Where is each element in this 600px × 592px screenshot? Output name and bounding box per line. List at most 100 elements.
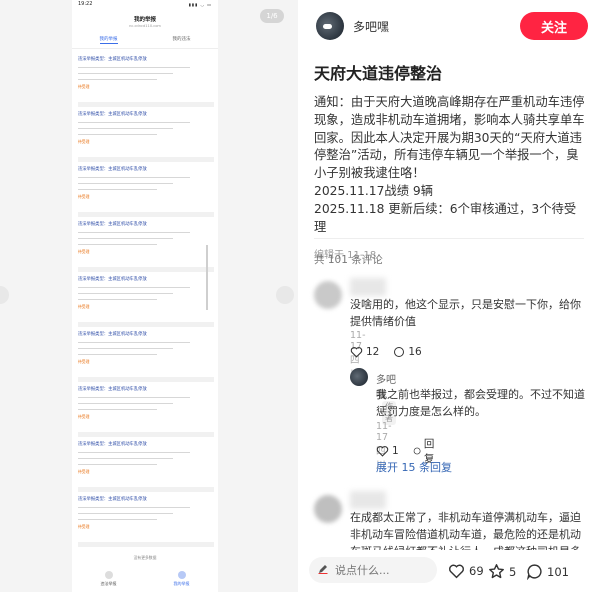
star-icon [489,564,504,579]
report-detail-line [78,232,190,233]
report-detail-line [78,519,157,520]
report-detail-line [78,189,157,190]
previous-image-arrow[interactable] [0,286,9,304]
author-name[interactable]: 多吧嘿 [353,18,389,35]
comment-icon [413,447,421,455]
phone-nav-report-label: 违法举报 [100,581,117,586]
comment-like-button[interactable]: 12 [350,346,379,358]
report-card: 违法举报类型：主城区机动车乱停放 待受理 [78,382,214,437]
report-card: 违法举报类型：主城区机动车乱停放 待受理 [78,272,214,327]
favorite-button[interactable]: 5 [488,563,516,580]
phone-nav-report: 违法举报 [101,571,117,587]
report-status: 待受理 [78,469,90,474]
divider [314,238,584,239]
report-status: 待受理 [78,414,90,419]
expand-replies-link[interactable]: 展开 15 条回复 [376,459,452,475]
avatar[interactable] [316,12,344,40]
commenter-name-blurred [350,491,386,509]
report-detail-line [78,397,190,398]
no-more-data: 没有更多数据 [133,555,157,560]
report-title: 违法举报类型：主城区机动车乱停放 [78,387,147,392]
phone-tab-my-reports: 我的举报 [99,37,118,44]
avatar[interactable] [350,368,368,386]
report-detail-line [78,342,190,343]
heart-icon [376,446,389,457]
report-detail-line [78,79,157,80]
report-detail-line [78,464,157,465]
report-card: 违法举报类型：主城区机动车乱停放 待受理 [78,492,214,547]
comment-reply-count: 16 [408,346,422,358]
report-detail-line [78,67,190,68]
comment-button[interactable]: 101 [526,563,569,580]
phone-page-title: 我的举报 [133,17,156,23]
report-title: 违法举报类型：主城区机动车乱停放 [78,222,147,227]
report-icon [104,571,113,579]
post-content: 天府大道违停整治 通知：由于天府大道晚高峰期存在严重机动车违停现象，造成非机动车… [314,58,586,261]
image-counter: 1/6 [260,9,284,23]
report-title: 违法举报类型：主城区机动车乱停放 [78,277,147,282]
phone-status-bar: 19:22 ▮▮▮ ◡ ▭ [72,0,218,8]
report-detail-line [78,513,174,514]
report-status: 待受理 [78,524,90,529]
author-info[interactable]: 多吧嘿 [316,12,389,40]
report-detail-line [78,134,157,135]
comment-text[interactable]: 在成都太正常了，非机动车道停满机动车，逼迫非机动车冒险借道机动车道，最危险的还是… [350,509,588,550]
report-detail-line [78,348,174,349]
report-detail-line [78,452,190,453]
image-viewer[interactable]: 1/6 19:22 ▮▮▮ ◡ ▭ 我的举报 nc.cdncd110.com 我… [0,0,298,592]
report-detail-line [78,244,157,245]
like-button[interactable]: 69 [448,563,484,579]
report-detail-line [78,183,174,184]
report-card: 违法举报类型：主城区机动车乱停放 待受理 [78,52,214,107]
favorite-count: 5 [509,564,517,579]
report-detail-line [78,403,174,404]
post-body: 通知：由于天府大道晚高峰期存在严重机动车违停现象，造成非机动车道拥堵，影响本人骑… [314,95,585,234]
phone-url: nc.cdncd110.com [129,24,161,28]
report-title: 违法举报类型：主城区机动车乱停放 [78,57,147,62]
report-detail-line [78,73,174,74]
phone-tab-my-violations: 我的违法 [172,37,191,42]
comment-icon [394,347,405,357]
report-title: 违法举报类型：主城区机动车乱停放 [78,167,147,172]
report-detail-line [78,287,190,288]
report-card: 违法举报类型：主城区机动车乱停放 待受理 [78,437,214,492]
comment-icon [526,564,542,580]
post-title: 天府大道违停整治 [314,64,443,83]
report-status: 待受理 [78,359,90,364]
report-detail-line [78,238,174,239]
like-count: 69 [469,564,484,578]
comment-actions: 12 16 [350,346,422,358]
follow-button[interactable]: 关注 [520,12,588,40]
bottom-interaction-bar: 69 5 101 [298,550,600,592]
report-title: 违法举报类型：主城区机动车乱停放 [78,332,147,337]
report-detail-line [78,409,157,410]
comment-text[interactable]: 没啥用的，他这个显示，只是安慰一下你，给你提供情绪价值 [350,296,586,330]
reply-like-count: 1 [392,445,399,457]
report-title: 违法举报类型：主城区机动车乱停放 [78,442,147,447]
report-card: 违法举报类型：主城区机动车乱停放 待受理 [78,162,214,217]
screen: 1/6 19:22 ▮▮▮ ◡ ▭ 我的举报 nc.cdncd110.com 我… [0,0,600,592]
phone-bottom-nav: 违法举报 我的举报 [72,571,218,587]
my-reports-icon [177,571,186,579]
report-card: 违法举报类型：主城区机动车乱停放 待受理 [78,327,214,382]
heart-icon [350,347,363,358]
report-detail-line [78,299,157,300]
commenter-avatar[interactable] [314,495,342,523]
phone-nav-my-reports-label: 我的举报 [173,581,190,586]
status-time: 19:22 [78,1,93,7]
comment-like-count: 12 [366,346,380,358]
report-detail-line [78,293,174,294]
phone-tabs: 我的举报 我的违法 [72,36,218,49]
report-detail-line [78,458,174,459]
report-list: 违法举报类型：主城区机动车乱停放 待受理 违法举报类型：主城区机动车乱停放 待受理 … [72,49,218,547]
report-status: 待受理 [78,194,90,199]
report-detail-line [78,507,190,508]
heart-icon [449,564,464,579]
comment-reply-button[interactable]: 16 [393,346,422,358]
commenter-name-blurred [350,278,386,296]
report-status: 待受理 [78,304,90,309]
reply-text[interactable]: 我之前也举报过，都会受理的。不过不知道惩罚力度是怎么样的。 [376,386,586,420]
next-image-arrow[interactable] [276,286,294,304]
report-card: 违法举报类型：主城区机动车乱停放 待受理 [78,217,214,272]
commenter-avatar[interactable] [314,281,342,309]
